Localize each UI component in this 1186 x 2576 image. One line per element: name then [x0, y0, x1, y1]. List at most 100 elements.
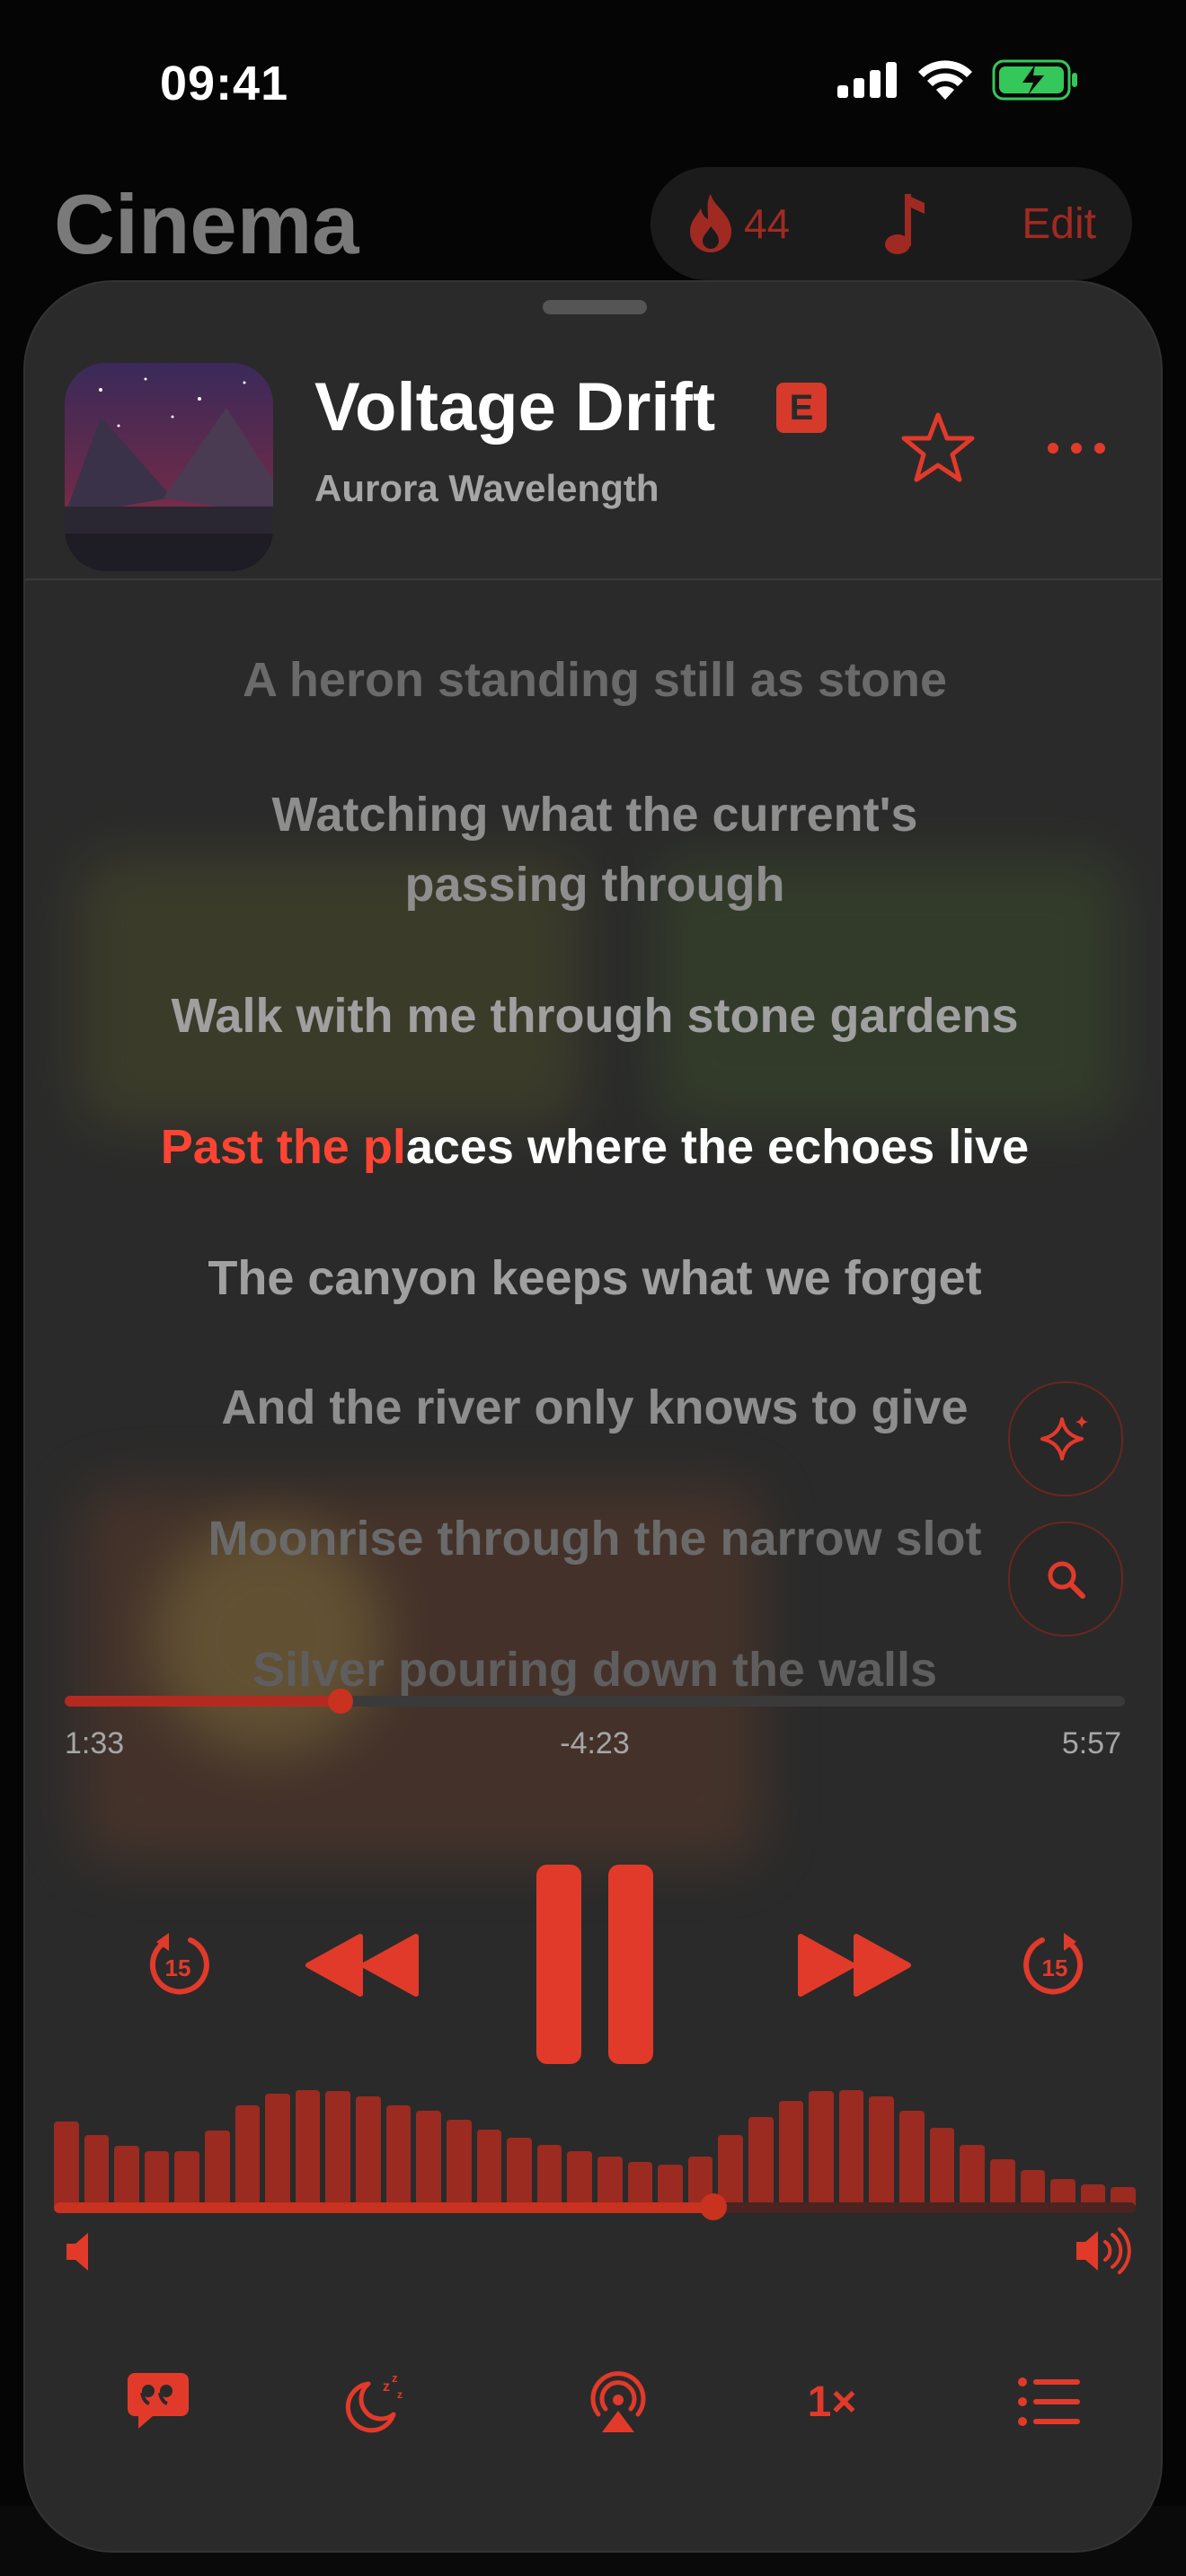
queue-list-button[interactable] [996, 2348, 1103, 2456]
skip-back-15-icon: 15 [149, 1933, 209, 1995]
visualizer-bar [718, 2135, 744, 2206]
album-artwork-image [65, 363, 273, 571]
more-options-icon[interactable] [1040, 426, 1112, 471]
status-time: 09:41 [160, 57, 289, 110]
visualizer-bar [597, 2157, 623, 2206]
streak-counter[interactable]: 44 [686, 192, 790, 255]
lyric-sung-portion: Past the pl [160, 1120, 406, 1174]
visualizer-bar [325, 2091, 351, 2206]
visualizer-bar [54, 2122, 79, 2206]
visualizer-bar [295, 2090, 321, 2206]
skip-back-15-button[interactable]: 15 [124, 1911, 232, 2019]
visualizer-bar [476, 2130, 502, 2206]
volume-knob[interactable] [700, 2193, 728, 2220]
visualizer-bar [960, 2145, 985, 2206]
svg-text:z: z [383, 2379, 390, 2395]
lyric-line[interactable]: Moonrise through the narrow slot [25, 1504, 1161, 1574]
audio-visualizer [54, 2069, 1136, 2206]
visualizer-bar [1020, 2170, 1046, 2206]
streak-count: 44 [744, 200, 791, 247]
rewind-icon [305, 1934, 419, 1997]
album-artwork [65, 363, 273, 571]
track-artist[interactable]: Aurora Wavelength [314, 467, 659, 510]
volume-slider[interactable] [54, 2193, 1136, 2220]
favorite-star-icon[interactable] [893, 402, 983, 492]
current-lyric-line[interactable]: Past the places where the echoes live [25, 1112, 1161, 1182]
battery-charging-icon [992, 59, 1077, 101]
lyric-line[interactable]: Silver pouring down the walls [25, 1635, 1161, 1705]
airplay-button[interactable] [564, 2348, 672, 2456]
queue-list-icon [1018, 2378, 1080, 2426]
track-title: Voltage Drift [314, 369, 716, 446]
progress-knob[interactable] [327, 1689, 353, 1714]
visualizer-bar [778, 2101, 804, 2206]
visualizer-bar [144, 2151, 170, 2206]
sparkle-icon [1040, 1416, 1088, 1460]
visualizer-bar [507, 2138, 532, 2206]
lyric-line[interactable]: The canyon keeps what we forget [25, 1243, 1161, 1313]
remaining-time: -4:23 [560, 1726, 630, 1760]
skip-forward-seconds: 15 [1042, 1954, 1068, 1981]
visualizer-bar [627, 2162, 653, 2206]
sleep-timer-button[interactable]: z z z [320, 2348, 428, 2456]
sleep-moon-icon: z z z [345, 2371, 403, 2433]
edit-button[interactable]: Edit [1022, 199, 1096, 249]
status-icons [837, 59, 1078, 101]
lyrics-toggle-button[interactable] [104, 2348, 212, 2456]
visualizer-bar [658, 2165, 683, 2206]
skip-forward-15-icon: 15 [1023, 1933, 1084, 1995]
lyric-line[interactable]: And the river only knows to give [25, 1372, 1161, 1442]
visualizer-bar [265, 2094, 290, 2206]
lyric-line[interactable]: A heron standing still as stone [25, 645, 1161, 715]
volume-high-icon [1076, 2228, 1131, 2274]
visualizer-bar [748, 2117, 774, 2206]
cellular-signal-icon [837, 62, 897, 98]
header-actions-pill: 44 Edit [651, 167, 1132, 280]
volume-fill [54, 2202, 714, 2213]
visualizer-bar [989, 2159, 1015, 2206]
previous-track-button[interactable] [291, 1911, 435, 2019]
lyric-unsung-portion: aces where the echoes live [405, 1120, 1030, 1174]
total-duration: 5:57 [1061, 1726, 1121, 1760]
lyrics-search-button[interactable] [1008, 1522, 1123, 1636]
ai-sparkle-button[interactable] [1008, 1381, 1123, 1496]
lyric-line[interactable]: Watching what the current's passing thro… [25, 780, 1161, 920]
page-title: Cinema [54, 177, 359, 271]
music-note-icon[interactable] [885, 190, 926, 257]
visualizer-bar [385, 2105, 412, 2206]
wifi-icon [918, 60, 972, 100]
explicit-badge: E [776, 383, 827, 433]
visualizer-bar [536, 2145, 562, 2206]
lyric-line-part: Watching what the current's [271, 788, 918, 842]
playback-progress-slider[interactable] [65, 1689, 1125, 1714]
visualizer-bar [446, 2120, 472, 2206]
sheet-grabber[interactable] [543, 300, 647, 314]
pause-button[interactable] [528, 1863, 661, 2066]
visualizer-bar [84, 2135, 110, 2206]
airplay-audio-icon [590, 2371, 646, 2432]
visualizer-bar [416, 2111, 441, 2206]
visualizer-bar [235, 2105, 261, 2206]
flame-icon [690, 194, 731, 252]
skip-forward-15-button[interactable]: 15 [1001, 1911, 1109, 2019]
lyrics-quote-bubble-icon [128, 2373, 189, 2429]
visualizer-bar [899, 2111, 925, 2206]
visualizer-bar [205, 2130, 230, 2206]
visualizer-bar [567, 2151, 592, 2206]
visualizer-bar [869, 2096, 895, 2206]
visualizer-bar [809, 2091, 834, 2206]
lyric-line-part: passing through [404, 858, 785, 912]
skip-back-seconds: 15 [165, 1954, 191, 1981]
visualizer-bar [114, 2146, 139, 2206]
visualizer-bar [838, 2090, 864, 2206]
svg-text:z: z [397, 2388, 403, 2401]
search-icon [1048, 1561, 1085, 1599]
playback-speed-button[interactable]: 1× [778, 2348, 886, 2456]
visualizer-bar [174, 2151, 200, 2206]
next-track-button[interactable] [782, 1911, 925, 2019]
visualizer-bar [929, 2128, 955, 2206]
volume-low-icon [66, 2233, 88, 2271]
lyric-line[interactable]: Walk with me through stone gardens [25, 981, 1161, 1051]
svg-text:z: z [392, 2371, 398, 2385]
playback-speed-label: 1× [807, 2378, 857, 2426]
